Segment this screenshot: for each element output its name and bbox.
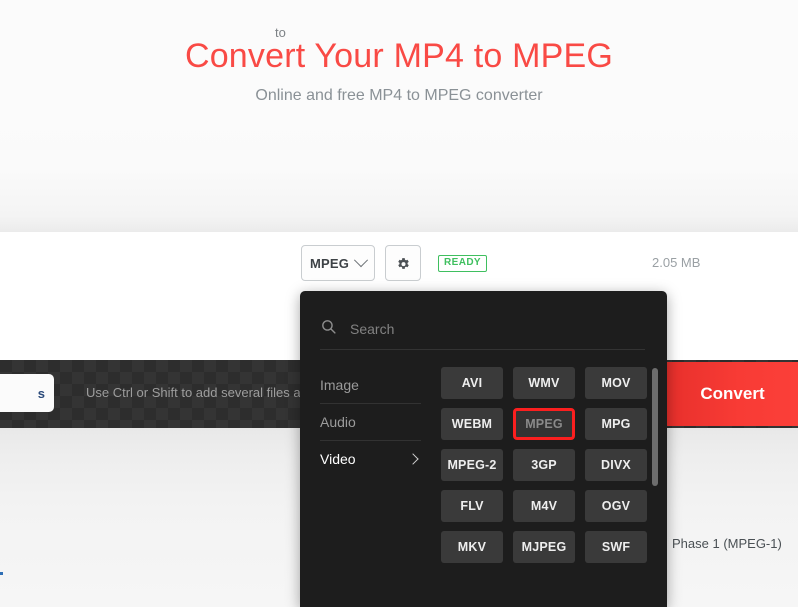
file-size-label: 2.05 MB xyxy=(652,255,701,270)
page-subtitle: Online and free MP4 to MPEG converter xyxy=(255,87,543,105)
format-option-ogv[interactable]: OGV xyxy=(585,490,647,522)
format-option-mpg[interactable]: MPG xyxy=(585,408,647,440)
category-label: Image xyxy=(320,377,359,393)
format-category-list: Image Audio Video xyxy=(320,367,421,477)
settings-button[interactable] xyxy=(385,245,421,281)
format-search-row xyxy=(320,309,645,350)
category-audio[interactable]: Audio xyxy=(320,404,421,441)
format-option-divx[interactable]: DIVX xyxy=(585,449,647,481)
chevron-right-icon xyxy=(407,453,419,465)
format-option-webm[interactable]: WEBM xyxy=(441,408,503,440)
category-image[interactable]: Image xyxy=(320,367,421,404)
format-option-flv[interactable]: FLV xyxy=(441,490,503,522)
page-title: Convert Your MP4 to MPEG xyxy=(184,37,614,75)
format-grid-scrollbar-thumb[interactable] xyxy=(652,368,658,486)
format-option-3gp[interactable]: 3GP xyxy=(513,449,575,481)
output-format-select[interactable]: MPEG xyxy=(301,245,375,281)
format-option-mjpeg[interactable]: MJPEG xyxy=(513,531,575,563)
format-option-swf[interactable]: SWF xyxy=(585,531,647,563)
hero-section: Convert Your MP4 to MPEG Online and free… xyxy=(0,0,798,118)
chevron-down-icon xyxy=(353,253,369,268)
search-input[interactable] xyxy=(350,321,625,337)
decorative-dot xyxy=(0,572,3,575)
category-label: Video xyxy=(320,451,356,467)
output-format-value: MPEG xyxy=(309,255,350,271)
advertisement-banner: ✕ xyxy=(0,118,798,270)
format-option-wmv[interactable]: WMV xyxy=(513,367,575,399)
to-label: to xyxy=(275,25,286,40)
category-video[interactable]: Video xyxy=(320,441,421,477)
gear-icon xyxy=(396,256,411,271)
category-label: Audio xyxy=(320,414,356,430)
search-icon xyxy=(320,318,337,340)
format-grid: AVI WMV MOV WEBM MPEG MPG MPEG-2 3GP DIV… xyxy=(441,367,651,563)
format-option-mov[interactable]: MOV xyxy=(585,367,647,399)
format-description-note: Phase 1 (MPEG-1) xyxy=(672,536,782,551)
format-dropdown-panel: Image Audio Video AVI WMV MOV WEBM MPEG … xyxy=(300,291,667,607)
format-option-mpeg-2[interactable]: MPEG-2 xyxy=(441,449,503,481)
convert-button[interactable]: Convert xyxy=(667,362,798,426)
multi-file-hint: Use Ctrl or Shift to add several files a xyxy=(86,385,301,400)
status-badge: READY xyxy=(438,255,488,272)
format-option-m4v[interactable]: M4V xyxy=(513,490,575,522)
format-option-mkv[interactable]: MKV xyxy=(441,531,503,563)
format-option-mpeg[interactable]: MPEG xyxy=(513,408,575,440)
format-option-avi[interactable]: AVI xyxy=(441,367,503,399)
file-chip[interactable]: s xyxy=(0,374,54,412)
